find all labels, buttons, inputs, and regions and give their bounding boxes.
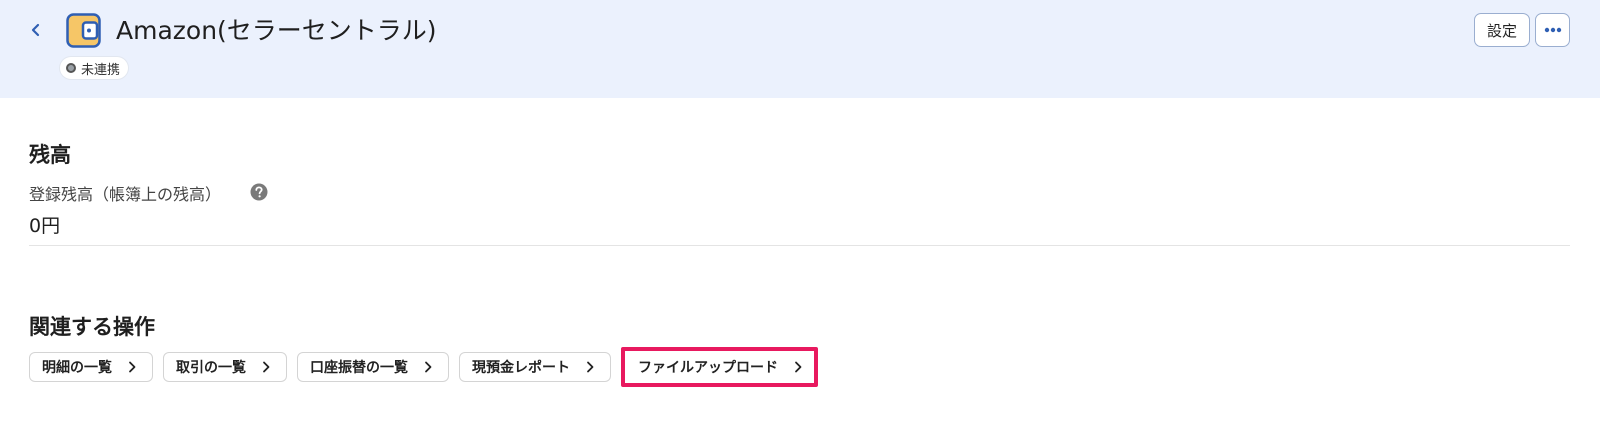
- action-label: 取引の一覧: [176, 360, 246, 376]
- related-actions-title: 関連する操作: [29, 315, 155, 339]
- help-icon[interactable]: [250, 183, 268, 201]
- chevron-right-icon: [795, 361, 802, 373]
- divider: [29, 245, 1570, 246]
- chevron-right-icon: [129, 361, 136, 373]
- action-label: 現預金レポート: [472, 360, 570, 376]
- status-dot-icon: [66, 63, 76, 73]
- status-text: 未連携: [81, 62, 121, 78]
- action-cash-report[interactable]: 現預金レポート: [459, 352, 611, 382]
- action-label: ファイルアップロード: [638, 360, 778, 376]
- status-badge: 未連携: [60, 57, 129, 79]
- more-button[interactable]: [1535, 13, 1570, 47]
- action-transaction-list[interactable]: 取引の一覧: [163, 352, 287, 382]
- wallet-icon: [66, 13, 101, 48]
- balance-value: 0円: [29, 215, 61, 237]
- chevron-right-icon: [263, 361, 270, 373]
- more-horizontal-icon: [1544, 27, 1561, 33]
- chevron-left-icon: [31, 23, 40, 37]
- action-file-upload[interactable]: ファイルアップロード: [621, 347, 818, 387]
- related-actions: 明細の一覧 取引の一覧 口座振替の一覧 現預金レポート ファイルアップロード: [29, 347, 818, 387]
- balance-section-title: 残高: [29, 143, 71, 167]
- action-transfer-list[interactable]: 口座振替の一覧: [297, 352, 449, 382]
- back-button[interactable]: [24, 18, 48, 42]
- balance-label: 登録残高（帳簿上の残高）: [29, 185, 222, 204]
- chevron-right-icon: [587, 361, 594, 373]
- page-header: Amazon(セラーセントラル) 未連携 設定: [0, 0, 1600, 98]
- action-label: 口座振替の一覧: [310, 360, 408, 376]
- chevron-right-icon: [425, 361, 432, 373]
- page-title: Amazon(セラーセントラル): [116, 16, 437, 45]
- action-statement-list[interactable]: 明細の一覧: [29, 352, 153, 382]
- action-label: 明細の一覧: [42, 360, 112, 376]
- settings-button[interactable]: 設定: [1474, 13, 1530, 47]
